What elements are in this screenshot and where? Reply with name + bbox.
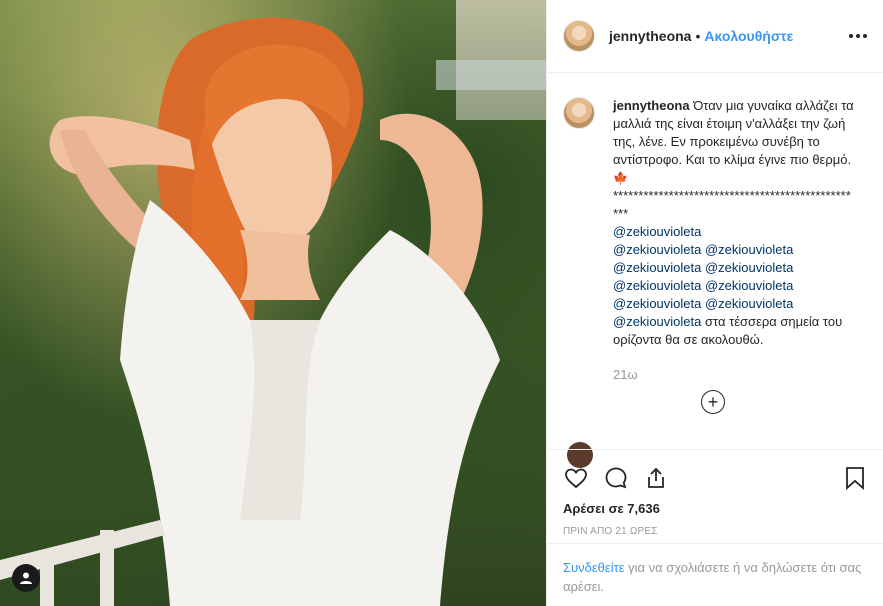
post-photo[interactable] xyxy=(0,0,546,606)
caption-text: jennytheona Όταν μια γυναίκα αλλάζει τα … xyxy=(613,97,854,349)
action-icons xyxy=(563,464,868,492)
posted-time: ΠΡΙΝ ΑΠΟ 21 ΩΡΕΣ xyxy=(563,526,658,537)
separator-dot: • xyxy=(695,28,701,44)
comment-icon[interactable] xyxy=(603,465,629,491)
mention-link[interactable]: @zekiouvioleta xyxy=(705,296,793,311)
likes-count[interactable]: Αρέσει σε 7,636 xyxy=(563,501,868,516)
mention-link[interactable]: @zekiouvioleta xyxy=(613,242,701,257)
mention-link[interactable]: @zekiouvioleta xyxy=(613,260,701,275)
more-options-icon[interactable] xyxy=(849,34,867,38)
mention-link[interactable]: @zekiouvioleta xyxy=(613,296,701,311)
mention-link[interactable]: @zekiouvioleta xyxy=(705,278,793,293)
post-actions: Αρέσει σε 7,636 ΠΡΙΝ ΑΠΟ 21 ΩΡΕΣ xyxy=(547,449,883,537)
caption-username[interactable]: jennytheona xyxy=(613,98,690,113)
bookmark-icon[interactable] xyxy=(842,465,868,491)
mention-link[interactable]: @zekiouvioleta xyxy=(613,314,701,329)
post-header: jennytheona • Ακολουθήστε xyxy=(547,0,883,73)
heart-icon[interactable] xyxy=(563,465,589,491)
maple-leaf-emoji: 🍁 xyxy=(613,171,628,185)
caption-time[interactable]: 21ω xyxy=(613,367,867,382)
woman-figure xyxy=(0,17,500,606)
author-username[interactable]: jennytheona xyxy=(609,28,691,44)
mention-link[interactable]: @zekiouvioleta xyxy=(613,278,701,293)
author-avatar[interactable] xyxy=(563,20,595,52)
caption-stars: ****************************************… xyxy=(613,188,851,221)
user-tag-icon[interactable] xyxy=(12,564,40,592)
likes-label: Αρέσει σε xyxy=(563,501,624,516)
follow-button[interactable]: Ακολουθήστε xyxy=(704,28,793,44)
mention-link[interactable]: @zekiouvioleta xyxy=(613,224,701,239)
share-icon[interactable] xyxy=(643,465,669,491)
likes-number: 7,636 xyxy=(627,501,660,516)
post-side-panel: jennytheona • Ακολουθήστε jennytheona Ότ… xyxy=(546,0,883,606)
login-prompt: Συνδεθείτε για να σχολιάσετε ή να δηλώσε… xyxy=(547,543,883,606)
mention-link[interactable]: @zekiouvioleta xyxy=(705,260,793,275)
caption-avatar[interactable] xyxy=(563,97,595,129)
plus-circle-icon[interactable]: + xyxy=(701,390,725,414)
mention-link[interactable]: @zekiouvioleta xyxy=(705,242,793,257)
login-link[interactable]: Συνδεθείτε xyxy=(563,560,625,575)
caption: jennytheona Όταν μια γυναίκα αλλάζει τα … xyxy=(563,97,867,349)
